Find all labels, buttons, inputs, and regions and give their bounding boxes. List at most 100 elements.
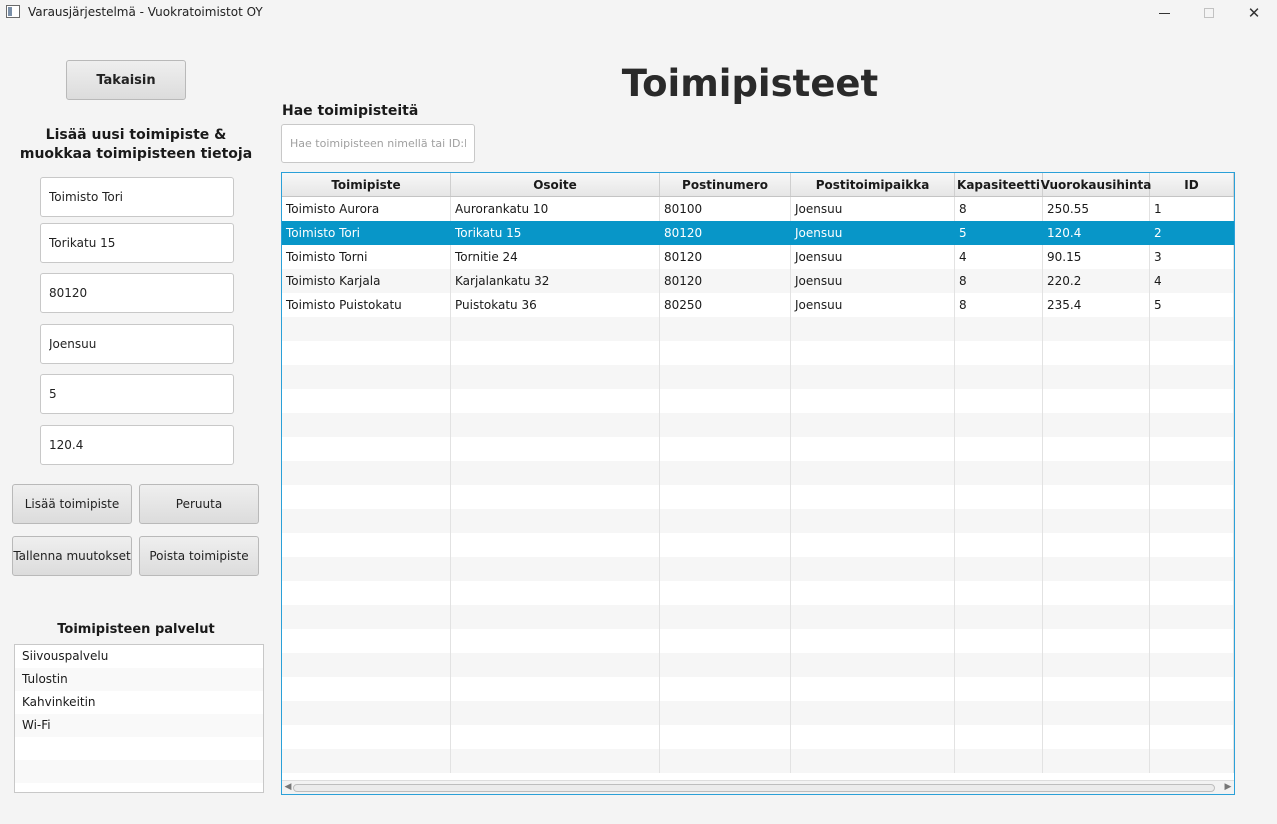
table-cell [955, 413, 1043, 437]
scroll-right-icon[interactable]: ▶ [1223, 781, 1233, 794]
capacity-field[interactable] [40, 374, 234, 414]
table-cell [282, 629, 451, 653]
table-row[interactable]: Toimisto Torni Tornitie 24 80120 Joensuu 4 90… [282, 245, 1234, 269]
column-header[interactable]: ID [1150, 173, 1234, 196]
table-row-empty [282, 437, 1234, 461]
table-cell [791, 749, 955, 773]
cancel-button[interactable]: Peruuta [139, 484, 259, 524]
table-cell: Toimisto Aurora [282, 197, 451, 221]
table-cell [955, 365, 1043, 389]
table-cell [660, 581, 791, 605]
table-body: Toimisto Aurora Aurorankatu 10 80100 Joensu… [282, 197, 1234, 773]
column-header[interactable]: Postitoimipaikka [791, 173, 955, 196]
delete-office-button[interactable]: Poista toimipiste [139, 536, 259, 576]
table-row[interactable]: Toimisto Puistokatu Puistokatu 36 80250 Joe… [282, 293, 1234, 317]
table-cell [451, 461, 660, 485]
table-row[interactable]: Toimisto Aurora Aurorankatu 10 80100 Joensu… [282, 197, 1234, 221]
table-cell [955, 509, 1043, 533]
table-cell [660, 629, 791, 653]
table-row[interactable]: Toimisto Tori Torikatu 15 80120 Joensuu 5 120… [282, 221, 1234, 245]
column-header[interactable]: Kapasiteetti [955, 173, 1043, 196]
column-header[interactable]: Osoite [451, 173, 660, 196]
scrollbar-thumb[interactable] [293, 784, 1215, 792]
daily-price-field[interactable] [40, 425, 234, 465]
table-cell [1043, 677, 1150, 701]
table-cell [451, 389, 660, 413]
search-input[interactable] [281, 124, 475, 163]
table-cell [955, 725, 1043, 749]
table-row[interactable]: Toimisto Karjala Karjalankatu 32 80120 Joen… [282, 269, 1234, 293]
table-cell [1043, 701, 1150, 725]
column-header[interactable]: Postinumero [660, 173, 791, 196]
table-row-empty [282, 413, 1234, 437]
table-cell [451, 725, 660, 749]
table-cell: 80120 [660, 245, 791, 269]
service-item[interactable]: Siivouspalvelu [15, 645, 263, 668]
scroll-left-icon[interactable]: ◀ [283, 781, 293, 794]
table-cell [1150, 485, 1234, 509]
horizontal-scrollbar[interactable]: ◀ ▶ [282, 780, 1234, 794]
maximize-button[interactable] [1186, 0, 1232, 26]
table-cell [1150, 557, 1234, 581]
table-cell [660, 725, 791, 749]
table-cell: 80100 [660, 197, 791, 221]
table-cell [1150, 461, 1234, 485]
table-cell [1150, 653, 1234, 677]
table-cell [791, 653, 955, 677]
column-header[interactable]: Toimipiste [282, 173, 451, 196]
table-cell [955, 653, 1043, 677]
city-field[interactable] [40, 324, 234, 364]
table-cell [1043, 461, 1150, 485]
table-cell [451, 485, 660, 509]
table-cell [660, 461, 791, 485]
table-cell: 5 [955, 221, 1043, 245]
table-cell [1043, 653, 1150, 677]
table-cell: Puistokatu 36 [451, 293, 660, 317]
table-cell [451, 749, 660, 773]
page-title: Toimipisteet [621, 62, 879, 105]
table-cell: 1 [1150, 197, 1234, 221]
office-name-field[interactable] [40, 177, 234, 217]
table-cell [1043, 581, 1150, 605]
table-cell: 8 [955, 197, 1043, 221]
table-cell [451, 341, 660, 365]
table-cell [955, 677, 1043, 701]
maximize-icon [1204, 8, 1214, 18]
table-cell: 90.15 [1043, 245, 1150, 269]
table-cell [660, 557, 791, 581]
table-cell [660, 677, 791, 701]
table-cell [451, 437, 660, 461]
table-cell [955, 485, 1043, 509]
offices-table[interactable]: Toimipiste Osoite Postinumero Postitoimi… [281, 172, 1235, 795]
table-cell [1150, 701, 1234, 725]
service-item[interactable]: Kahvinkeitin [15, 691, 263, 714]
table-cell [955, 557, 1043, 581]
close-button[interactable]: ✕ [1231, 0, 1277, 26]
table-cell [660, 653, 791, 677]
services-heading: Toimipisteen palvelut [57, 622, 215, 637]
table-cell [282, 701, 451, 725]
table-cell: Aurorankatu 10 [451, 197, 660, 221]
service-item[interactable]: Wi-Fi [15, 714, 263, 737]
table-cell [660, 509, 791, 533]
table-cell [451, 557, 660, 581]
table-cell [1150, 317, 1234, 341]
services-list[interactable]: Siivouspalvelu Tulostin Kahvinkeitin Wi-… [14, 644, 264, 793]
table-row-empty [282, 317, 1234, 341]
minimize-button[interactable] [1141, 0, 1187, 26]
service-item[interactable]: Tulostin [15, 668, 263, 691]
table-cell [282, 317, 451, 341]
address-field[interactable] [40, 223, 234, 263]
postal-code-field[interactable] [40, 273, 234, 313]
back-button[interactable]: Takaisin [66, 60, 186, 100]
add-office-button[interactable]: Lisää toimipiste [12, 484, 132, 524]
column-header[interactable]: Vuorokausihinta [1041, 173, 1151, 196]
table-row-empty [282, 341, 1234, 365]
table-cell [660, 365, 791, 389]
table-cell: 235.4 [1043, 293, 1150, 317]
title-bar: Varausjärjestelmä - Vuokratoimistot OY ✕ [0, 0, 1277, 26]
table-row-empty [282, 749, 1234, 773]
table-cell [1150, 629, 1234, 653]
save-changes-button[interactable]: Tallenna muutokset [12, 536, 132, 576]
table-cell [660, 389, 791, 413]
